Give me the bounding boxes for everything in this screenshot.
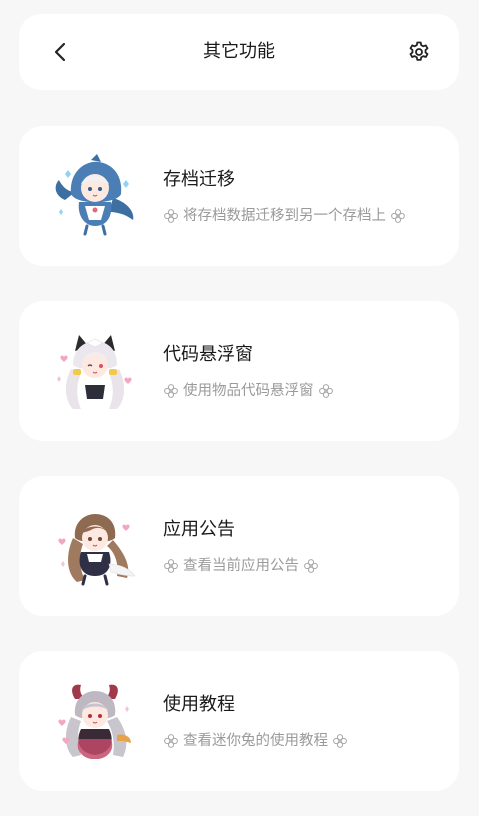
- flower-icon: [164, 734, 178, 748]
- card-app-announcement[interactable]: 应用公告 查看当前应用公告: [19, 476, 459, 616]
- card-description: 使用物品代码悬浮窗: [163, 381, 334, 401]
- card-usage-tutorial[interactable]: 使用教程 查看迷你兔的使用教程: [19, 651, 459, 791]
- card-description: 将存档数据迁移到另一个存档上: [163, 206, 406, 226]
- card-title: 存档迁移: [163, 169, 235, 190]
- flower-icon: [164, 209, 178, 223]
- flower-icon: [391, 209, 405, 223]
- flower-icon: [318, 384, 333, 398]
- card-description-text: 将存档数据迁移到另一个存档上: [183, 208, 386, 224]
- card-title: 使用教程: [163, 694, 235, 715]
- horned-gray-hair-chibi-illustration: [51, 679, 139, 763]
- card-description: 查看当前应用公告: [163, 556, 319, 576]
- card-code-floating-window[interactable]: 代码悬浮窗 使用物品代码悬浮窗: [19, 301, 459, 441]
- card-description-text: 查看迷你兔的使用教程: [183, 733, 328, 749]
- page-title: 其它功能: [203, 41, 275, 62]
- card-title: 代码悬浮窗: [163, 344, 253, 365]
- flower-icon: [333, 734, 347, 748]
- cat-ear-maid-chibi-illustration: [51, 329, 139, 413]
- card-description: 查看迷你兔的使用教程: [163, 731, 348, 751]
- card-title: 应用公告: [163, 519, 235, 540]
- flower-icon: [164, 384, 178, 398]
- flower-icon: [304, 559, 318, 573]
- card-description-text: 查看当前应用公告: [183, 558, 299, 574]
- settings-button[interactable]: [405, 38, 433, 66]
- brown-hair-chibi-illustration: [51, 504, 139, 588]
- shark-hood-chibi-illustration: [51, 154, 139, 238]
- gear-icon: [409, 41, 429, 61]
- header-bar: 其它功能: [19, 14, 459, 90]
- card-save-migration[interactable]: 存档迁移 将存档数据迁移到另一个存档上: [19, 126, 459, 266]
- card-description-text: 使用物品代码悬浮窗: [183, 383, 314, 399]
- flower-icon: [164, 559, 178, 573]
